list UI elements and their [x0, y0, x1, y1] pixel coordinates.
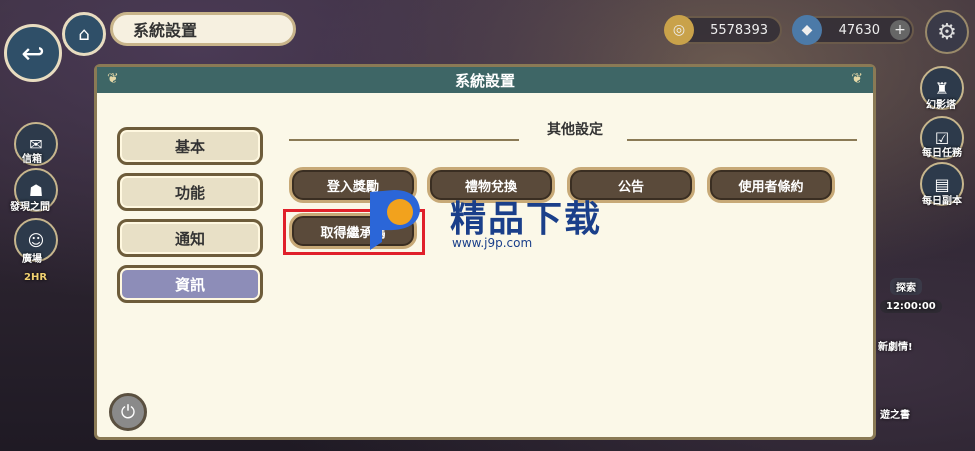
section-divider-right: [627, 139, 857, 141]
new-story-label: 新劇情!: [878, 342, 913, 353]
gold-counter: ◎ 5578393: [664, 15, 782, 45]
terms-of-use-button[interactable]: 使用者條約: [707, 167, 835, 203]
plaza-icon: ☺: [27, 230, 45, 250]
tower-icon: ♜: [934, 78, 950, 98]
settings-panel: 系統設置 ❦ ❦ 基本 功能 通知 資訊 其他設定 登入獎勵 禮物兌換 公告 使…: [94, 64, 876, 440]
section-divider-left: [289, 139, 519, 141]
phantom-tower-label: 幻影塔: [926, 100, 956, 111]
explore-label[interactable]: 探索: [890, 278, 922, 295]
tab-info[interactable]: 資訊: [117, 265, 263, 303]
ornament-left-icon: ❦: [107, 71, 119, 87]
tab-function[interactable]: 功能: [117, 173, 263, 211]
timer-badge: 2HR: [24, 272, 48, 283]
power-button[interactable]: ⏻: [109, 393, 147, 431]
section-title: 其他設定: [547, 122, 603, 138]
watermark-logo-icon: [370, 190, 420, 250]
daily-quest-label: 每日任務: [922, 148, 962, 159]
tab-notification[interactable]: 通知: [117, 219, 263, 257]
gem-value: 47630: [838, 22, 880, 38]
watermark-text: 精品下载: [450, 199, 603, 240]
gem-icon: ◆: [792, 15, 822, 45]
page-title-text: 系統設置: [133, 21, 198, 40]
discovery-icon: ☗: [28, 180, 44, 200]
discovery-label: 發現之間: [10, 202, 50, 213]
mailbox-label: 信箱: [22, 154, 42, 165]
back-button[interactable]: ↩: [4, 24, 62, 82]
page-title: 系統設置: [110, 12, 296, 46]
daily-dungeon-label: 每日副本: [922, 196, 962, 207]
explore-timer: 12:00:00: [880, 300, 942, 313]
book-icon: ▤: [934, 174, 950, 194]
tab-basic[interactable]: 基本: [117, 127, 263, 165]
plaza-label: 廣場: [22, 254, 42, 265]
home-button[interactable]: ⌂: [62, 12, 106, 56]
ornament-right-icon: ❦: [851, 71, 863, 87]
gold-value: 5578393: [710, 22, 768, 38]
gold-coin-icon: ◎: [664, 15, 694, 45]
gear-icon: ⚙: [937, 19, 957, 45]
panel-header-title: 系統設置: [454, 71, 515, 90]
settings-gear-button[interactable]: ⚙: [925, 10, 969, 54]
panel-header: 系統設置: [97, 67, 873, 93]
gem-counter: ◆ 47630 +: [792, 15, 914, 45]
story-book-label: 遊之書: [880, 410, 910, 421]
back-arrow-icon: ↩: [21, 36, 45, 70]
power-icon: ⏻: [120, 401, 136, 423]
add-gems-button[interactable]: +: [890, 20, 910, 40]
watermark-url: www.j9p.com: [452, 236, 533, 250]
home-icon: ⌂: [78, 23, 90, 45]
